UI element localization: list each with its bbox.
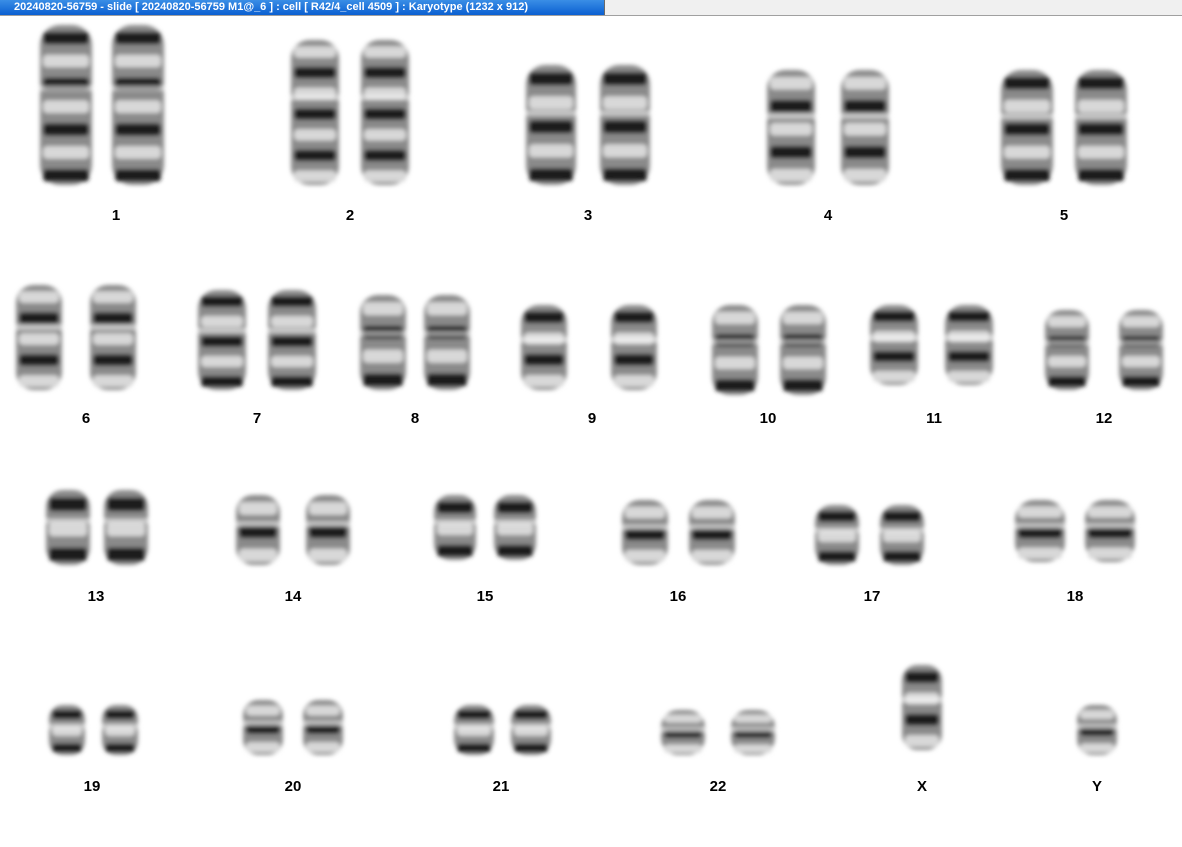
chromosome-pair-12[interactable] [1044, 310, 1164, 390]
chromosome-label-6: 6 [81, 410, 91, 427]
chromosome-pair-5[interactable] [1000, 70, 1128, 185]
chromosome-16-2[interactable] [688, 500, 736, 565]
chromosome-pair-6[interactable] [15, 285, 137, 390]
chromosome-3-1[interactable] [525, 65, 577, 185]
window-title[interactable]: 20240820-56759 - slide [ 20240820-56759 … [0, 0, 605, 15]
chromosome-9-1[interactable] [520, 305, 568, 390]
chromosome-2-2[interactable] [360, 40, 410, 185]
chromosome-14-2[interactable] [305, 495, 351, 565]
chromosome-10-1[interactable] [711, 305, 759, 395]
chromosome-pair-20[interactable] [242, 700, 344, 755]
chromosome-pair-18[interactable] [1014, 500, 1136, 562]
chromosome-1-2[interactable] [111, 25, 165, 185]
chromosome-10-2[interactable] [779, 305, 827, 395]
chromosome-15-2[interactable] [493, 495, 537, 560]
chromosome-11-1[interactable] [869, 305, 919, 385]
chromosome-pair-8[interactable] [359, 295, 471, 390]
chromosome-pair-X[interactable] [901, 665, 943, 750]
karyotype-svg [15, 25, 1164, 755]
chromosome-12-1[interactable] [1044, 310, 1090, 390]
chromosome-label-5: 5 [1059, 207, 1069, 224]
chromosome-pair-1[interactable] [39, 25, 165, 185]
chromosome-label-11: 11 [926, 410, 942, 427]
chromosome-label-Y: Y [1091, 778, 1102, 795]
chromosome-label-1: 1 [111, 207, 121, 224]
chromosome-pair-15[interactable] [433, 495, 537, 560]
chromosome-8-1[interactable] [359, 295, 407, 390]
chromosome-12-2[interactable] [1118, 310, 1164, 390]
chromosome-label-14: 14 [284, 588, 302, 605]
chromosome-19-2[interactable] [101, 705, 139, 755]
chromosome-20-1[interactable] [242, 700, 284, 755]
chromosome-label-4: 4 [823, 207, 833, 224]
chromosome-pair-4[interactable] [766, 70, 890, 185]
chromosome-pair-9[interactable] [520, 305, 658, 390]
chromosome-pair-3[interactable] [525, 65, 651, 185]
chromosome-18-2[interactable] [1084, 500, 1136, 562]
chromosome-2-1[interactable] [290, 40, 340, 185]
chromosome-22-2[interactable] [730, 710, 776, 755]
chromosome-label-15: 15 [476, 588, 494, 605]
chromosome-9-2[interactable] [610, 305, 658, 390]
chromosome-pair-13[interactable] [45, 490, 149, 565]
chromosome-pair-19[interactable] [48, 705, 139, 755]
chromosome-pair-2[interactable] [290, 40, 410, 185]
chromosome-pair-10[interactable] [711, 305, 827, 395]
chromosome-5-2[interactable] [1074, 70, 1128, 185]
chromosome-label-20: 20 [284, 778, 302, 795]
chromosome-6-2[interactable] [89, 285, 137, 390]
chromosome-label-X: X [916, 778, 927, 795]
chromosome-21-1[interactable] [453, 705, 495, 755]
chromosome-label-21: 21 [492, 778, 510, 795]
chromosome-label-10: 10 [759, 410, 777, 427]
chromosome-8-2[interactable] [423, 295, 471, 390]
chromosome-pair-17[interactable] [814, 505, 925, 565]
chromosome-pair-14[interactable] [235, 495, 351, 565]
chromosome-18-1[interactable] [1014, 500, 1066, 562]
chromosome-13-1[interactable] [45, 490, 91, 565]
chromosome-pair-7[interactable] [197, 290, 317, 390]
chromosome-label-2: 2 [345, 207, 355, 224]
chromosome-20-2[interactable] [302, 700, 344, 755]
chromosome-pair-11[interactable] [869, 305, 994, 385]
chromosome-4-2[interactable] [840, 70, 890, 185]
chromosome-label-3: 3 [583, 207, 593, 224]
chromosome-14-1[interactable] [235, 495, 281, 565]
chromosome-label-19: 19 [83, 778, 101, 795]
chromosome-11-2[interactable] [944, 305, 994, 385]
chromosome-pair-16[interactable] [621, 500, 736, 565]
chromosome-label-22: 22 [709, 778, 727, 795]
chromosome-pair-21[interactable] [453, 705, 552, 755]
chromosome-17-2[interactable] [879, 505, 925, 565]
chromosome-16-1[interactable] [621, 500, 669, 565]
chromosome-label-16: 16 [669, 588, 687, 605]
chromosome-19-1[interactable] [48, 705, 86, 755]
chromosome-1-1[interactable] [39, 25, 93, 185]
chromosome-pair-22[interactable] [660, 710, 776, 755]
chromosome-5-1[interactable] [1000, 70, 1054, 185]
chromosome-label-9: 9 [587, 410, 597, 427]
chromosome-pair-Y[interactable] [1076, 705, 1118, 755]
chromosome-Y-1[interactable] [1076, 705, 1118, 755]
chromosome-21-2[interactable] [510, 705, 552, 755]
chromosome-4-1[interactable] [766, 70, 816, 185]
title-bar: 20240820-56759 - slide [ 20240820-56759 … [0, 0, 1182, 16]
chromosome-label-13: 13 [87, 588, 105, 605]
chromosome-22-1[interactable] [660, 710, 706, 755]
chromosome-15-1[interactable] [433, 495, 477, 560]
chromosome-label-7: 7 [252, 410, 262, 427]
chromosome-label-12: 12 [1095, 410, 1113, 427]
chromosome-3-2[interactable] [599, 65, 651, 185]
chromosome-label-17: 17 [863, 588, 881, 605]
chromosome-label-18: 18 [1066, 588, 1084, 605]
chromosome-13-2[interactable] [103, 490, 149, 565]
karyotype-canvas: 1 2 3 4 5 6 7 8 9 10 11 12 13 14 15 16 17 18 19 20 21 22 X Y [0, 17, 1182, 847]
chromosome-6-1[interactable] [15, 285, 63, 390]
chromosome-7-1[interactable] [197, 290, 247, 390]
chromosome-7-2[interactable] [267, 290, 317, 390]
chromosome-label-8: 8 [410, 410, 420, 427]
chromosome-X-1[interactable] [901, 665, 943, 750]
chromosome-17-1[interactable] [814, 505, 860, 565]
